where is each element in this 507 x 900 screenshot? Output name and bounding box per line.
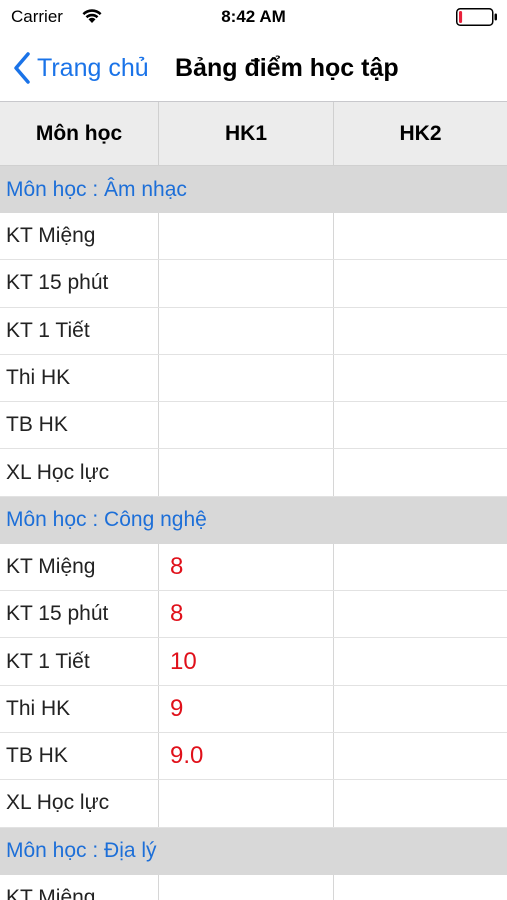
row-label: KT Miệng — [0, 543, 159, 591]
hk2-score — [334, 591, 507, 637]
row-label: KT 1 Tiết — [0, 307, 159, 354]
section-header: Môn học : Âm nhạc — [0, 166, 507, 213]
hk1-score: 9.0 — [159, 732, 334, 780]
table-row: KT 1 Tiết 10 — [0, 638, 507, 686]
hk1-score — [159, 449, 334, 496]
chevron-left-icon — [14, 52, 30, 84]
row-label: KT 15 phút — [0, 260, 159, 307]
page-title: Bảng điểm học tập — [175, 54, 399, 82]
row-label: TB HK — [0, 732, 159, 780]
section-header: Môn học : Công nghệ — [0, 496, 507, 544]
hk2-score — [334, 213, 507, 259]
hk1-score: 8 — [159, 543, 334, 591]
table-row: KT Miệng — [0, 213, 507, 261]
hk2-score — [334, 733, 507, 779]
hk1-score — [159, 780, 334, 827]
row-label: XL Học lực — [0, 449, 159, 496]
hk2-score — [334, 780, 507, 826]
hk1-score — [159, 213, 334, 260]
hk1-score: 9 — [159, 685, 334, 732]
section-header: Môn học : Địa lý — [0, 827, 507, 875]
table-row: KT 15 phút 8 — [0, 591, 507, 639]
row-label: KT 1 Tiết — [0, 638, 159, 685]
table-row: XL Học lực — [0, 449, 507, 497]
table-row: Thi HK 9 — [0, 685, 507, 733]
hk1-score — [159, 874, 334, 900]
hk2-score — [334, 449, 507, 495]
row-label: TB HK — [0, 402, 159, 449]
table-row: KT 1 Tiết — [0, 307, 507, 355]
status-time: 8:42 AM — [221, 7, 286, 26]
table-row: KT Miệng — [0, 874, 507, 900]
hk2-score — [334, 875, 507, 900]
hk1-score — [159, 260, 334, 307]
row-label: KT Miệng — [0, 213, 159, 260]
hk1-score — [159, 354, 334, 402]
hk2-score — [334, 686, 507, 732]
column-header-hk1: HK1 — [159, 102, 334, 165]
table-row: KT 15 phút — [0, 260, 507, 308]
table-row: TB HK 9.0 — [0, 732, 507, 781]
table-row: XL Học lực — [0, 780, 507, 828]
battery-low-icon — [456, 8, 497, 26]
hk1-score: 8 — [159, 591, 334, 638]
row-label: KT Miệng — [0, 874, 159, 900]
row-label: Thi HK — [0, 685, 159, 732]
hk2-score — [334, 638, 507, 684]
column-header-subject: Môn học — [0, 102, 159, 165]
hk2-score — [334, 355, 507, 401]
hk1-score — [159, 307, 334, 354]
table-header-row: Môn học HK1 HK2 — [0, 102, 507, 166]
hk2-score — [334, 308, 507, 354]
row-label: Thi HK — [0, 354, 159, 402]
hk1-score: 10 — [159, 638, 334, 685]
hk2-score — [334, 402, 507, 448]
column-header-hk2: HK2 — [399, 121, 442, 145]
status-bar: Carrier 8:42 AM — [0, 0, 507, 36]
back-label: Trang chủ — [37, 53, 149, 82]
navigation-bar: Trang chủ Bảng điểm học tập — [0, 36, 507, 102]
back-button[interactable]: Trang chủ — [12, 50, 149, 86]
hk2-score — [334, 260, 507, 306]
row-label: XL Học lực — [0, 780, 159, 827]
table-row: KT Miệng 8 — [0, 543, 507, 592]
hk1-score — [159, 402, 334, 449]
grades-table: Môn học HK1 HK2 Môn học : Âm nhạc KT Miệ… — [0, 102, 507, 900]
table-row: Thi HK — [0, 354, 507, 403]
table-row: TB HK — [0, 402, 507, 450]
row-label: KT 15 phút — [0, 591, 159, 638]
hk2-score — [334, 544, 507, 590]
